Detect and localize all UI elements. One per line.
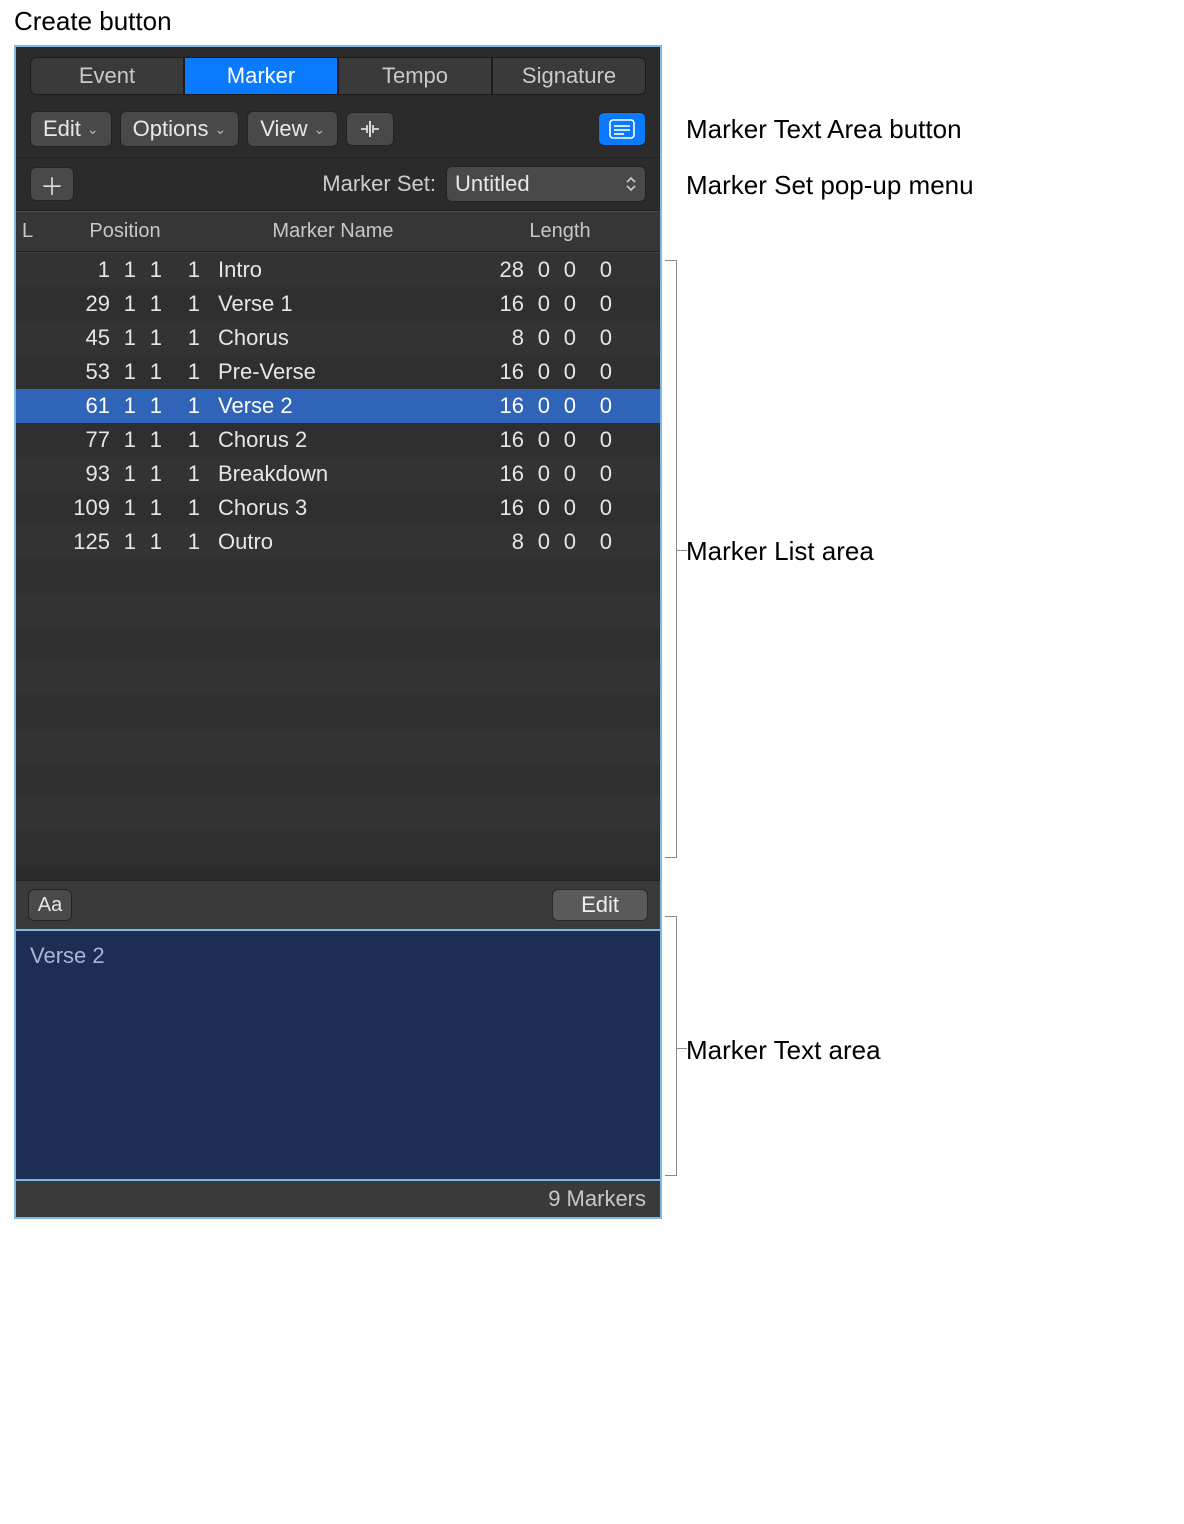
table-row[interactable]: 45111Chorus8000 xyxy=(16,321,660,355)
marker-name-cell[interactable]: Chorus xyxy=(206,325,460,351)
marker-name-cell[interactable]: Outro xyxy=(206,529,460,555)
column-headers: L Position Marker Name Length xyxy=(16,211,660,252)
marker-set-popup[interactable]: Untitled xyxy=(446,166,646,202)
table-row[interactable]: 61111Verse 216000 xyxy=(16,389,660,423)
tab-tempo[interactable]: Tempo xyxy=(338,57,492,95)
position-cell[interactable]: 53111 xyxy=(16,359,206,385)
marker-set-label: Marker Set: xyxy=(322,171,436,197)
toolbar: Edit ⌄ Options ⌄ View ⌄ xyxy=(16,101,660,158)
length-cell[interactable]: 16000 xyxy=(460,291,660,317)
marker-name-cell[interactable]: Intro xyxy=(206,257,460,283)
col-marker-name[interactable]: Marker Name xyxy=(206,212,460,251)
table-row[interactable]: 77111Chorus 216000 xyxy=(16,423,660,457)
edit-menu[interactable]: Edit ⌄ xyxy=(30,111,112,147)
edit-text-button[interactable]: Edit xyxy=(552,889,648,921)
position-cell[interactable]: 125111 xyxy=(16,529,206,555)
col-lock[interactable]: L xyxy=(16,212,44,251)
marker-name-cell[interactable]: Chorus 3 xyxy=(206,495,460,521)
marker-set-row: ＋ Marker Set: Untitled xyxy=(16,158,660,211)
callout-marker-text-area: Marker Text area xyxy=(686,1035,881,1066)
options-menu[interactable]: Options ⌄ xyxy=(120,111,240,147)
text-area-toolbar: Aa Edit xyxy=(16,880,660,929)
table-row[interactable]: 125111Outro8000 xyxy=(16,525,660,559)
view-menu[interactable]: View ⌄ xyxy=(247,111,338,147)
length-cell[interactable]: 16000 xyxy=(460,393,660,419)
edit-menu-label: Edit xyxy=(43,116,81,142)
position-cell[interactable]: 1111 xyxy=(16,257,206,283)
marker-name-cell[interactable]: Verse 2 xyxy=(206,393,460,419)
marker-name-cell[interactable]: Verse 1 xyxy=(206,291,460,317)
text-panel-icon xyxy=(609,119,635,139)
bracket-marker-list xyxy=(665,260,677,858)
chevron-down-icon: ⌄ xyxy=(214,121,226,138)
bracket-marker-text xyxy=(665,916,677,1176)
catch-playhead-icon xyxy=(358,119,382,139)
empty-row xyxy=(16,729,660,763)
position-cell[interactable]: 29111 xyxy=(16,291,206,317)
length-cell[interactable]: 28000 xyxy=(460,257,660,283)
length-cell[interactable]: 8000 xyxy=(460,325,660,351)
empty-row xyxy=(16,661,660,695)
create-button[interactable]: ＋ xyxy=(30,167,74,201)
empty-row xyxy=(16,559,660,593)
bracket-tick-text xyxy=(677,1048,687,1049)
length-cell[interactable]: 16000 xyxy=(460,495,660,521)
view-menu-label: View xyxy=(260,116,307,142)
marker-list-panel: Event Marker Tempo Signature Edit ⌄ Opti… xyxy=(14,45,662,1219)
empty-row xyxy=(16,797,660,831)
position-cell[interactable]: 77111 xyxy=(16,427,206,453)
length-cell[interactable]: 16000 xyxy=(460,461,660,487)
marker-text-area[interactable]: Verse 2 xyxy=(16,929,660,1181)
popup-arrows-icon xyxy=(625,175,637,193)
chevron-down-icon: ⌄ xyxy=(314,121,326,138)
catch-playhead-button[interactable] xyxy=(346,112,394,146)
position-cell[interactable]: 109111 xyxy=(16,495,206,521)
table-row[interactable]: 109111Chorus 316000 xyxy=(16,491,660,525)
tab-signature[interactable]: Signature xyxy=(492,57,646,95)
tab-marker[interactable]: Marker xyxy=(184,57,338,95)
marker-list-area[interactable]: 1111Intro2800029111Verse 11600045111Chor… xyxy=(16,252,660,880)
font-button[interactable]: Aa xyxy=(28,889,72,921)
empty-row xyxy=(16,695,660,729)
position-cell[interactable]: 93111 xyxy=(16,461,206,487)
callout-marker-text-area-button: Marker Text Area button xyxy=(686,114,962,145)
marker-text-area-button[interactable] xyxy=(598,112,646,146)
options-menu-label: Options xyxy=(133,116,209,142)
position-cell[interactable]: 61111 xyxy=(16,393,206,419)
empty-row xyxy=(16,627,660,661)
plus-icon: ＋ xyxy=(40,167,64,202)
footer: 9 Markers xyxy=(16,1181,660,1217)
callout-marker-set-popup: Marker Set pop-up menu xyxy=(686,170,974,201)
marker-set-value: Untitled xyxy=(455,171,530,197)
length-cell[interactable]: 8000 xyxy=(460,529,660,555)
length-cell[interactable]: 16000 xyxy=(460,359,660,385)
col-length[interactable]: Length xyxy=(460,212,660,251)
marker-name-cell[interactable]: Chorus 2 xyxy=(206,427,460,453)
table-row[interactable]: 1111Intro28000 xyxy=(16,253,660,287)
marker-count-label: 9 Markers xyxy=(548,1186,646,1212)
col-position[interactable]: Position xyxy=(44,212,206,251)
table-row[interactable]: 53111Pre-Verse16000 xyxy=(16,355,660,389)
empty-row xyxy=(16,831,660,865)
callout-create-button: Create button xyxy=(14,6,172,37)
table-row[interactable]: 93111Breakdown16000 xyxy=(16,457,660,491)
tab-event[interactable]: Event xyxy=(30,57,184,95)
length-cell[interactable]: 16000 xyxy=(460,427,660,453)
list-type-tabs: Event Marker Tempo Signature xyxy=(16,47,660,101)
position-cell[interactable]: 45111 xyxy=(16,325,206,351)
bracket-tick-list xyxy=(677,550,687,551)
marker-name-cell[interactable]: Pre-Verse xyxy=(206,359,460,385)
empty-row xyxy=(16,763,660,797)
table-row[interactable]: 29111Verse 116000 xyxy=(16,287,660,321)
chevron-down-icon: ⌄ xyxy=(87,121,99,138)
marker-name-cell[interactable]: Breakdown xyxy=(206,461,460,487)
empty-row xyxy=(16,593,660,627)
callout-marker-list-area: Marker List area xyxy=(686,536,874,567)
